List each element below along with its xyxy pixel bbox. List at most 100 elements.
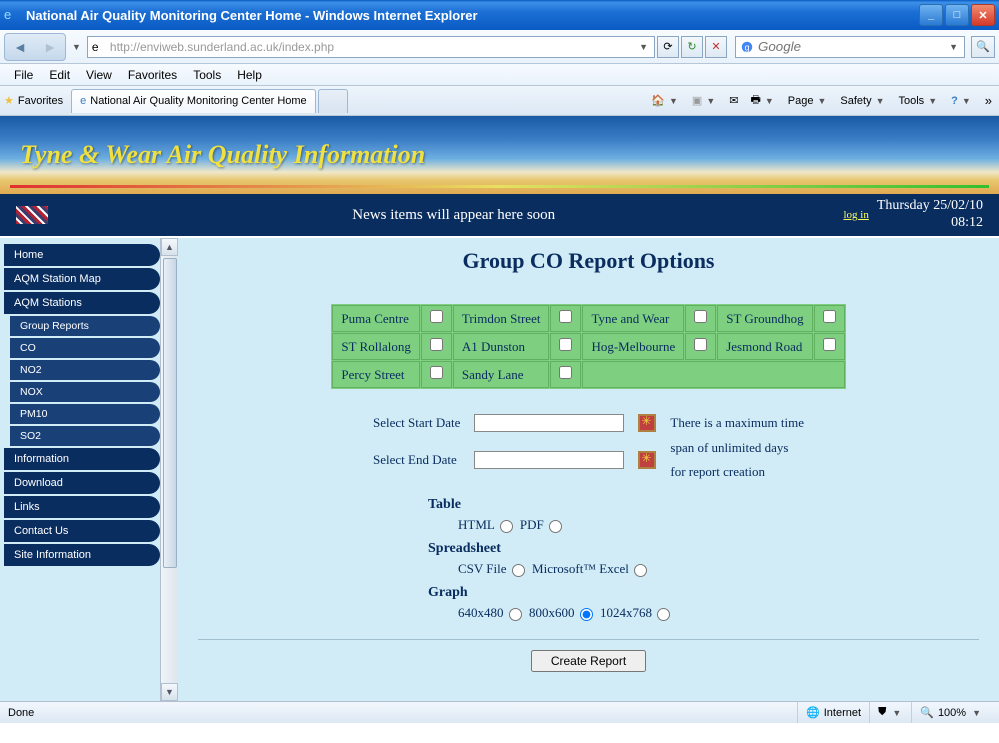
menu-favorites[interactable]: Favorites (120, 66, 185, 84)
ie-icon: e (4, 7, 20, 23)
station-checkbox[interactable] (430, 338, 443, 351)
new-tab-button[interactable] (318, 89, 348, 113)
end-date-input[interactable] (474, 451, 624, 469)
page-menu[interactable]: Page▼ (785, 93, 832, 109)
close-button[interactable]: ✕ (971, 4, 995, 26)
station-checkbox[interactable] (559, 366, 572, 379)
station-label: ST Groundhog (717, 305, 812, 332)
html-radio[interactable] (500, 520, 513, 533)
station-label: Percy Street (332, 361, 419, 388)
print-icon: 🖶 (750, 91, 760, 110)
svg-text:g: g (745, 42, 750, 52)
station-checkbox[interactable] (559, 338, 572, 351)
scroll-up-button[interactable]: ▲ (161, 238, 178, 256)
forward-button[interactable]: ► (35, 34, 65, 60)
csv-radio[interactable] (512, 564, 525, 577)
menu-help[interactable]: Help (229, 66, 270, 84)
excel-radio[interactable] (634, 564, 647, 577)
pdf-radio[interactable] (549, 520, 562, 533)
tools-menu[interactable]: Tools▼ (896, 93, 943, 109)
search-box[interactable]: g ▼ (735, 36, 965, 58)
nav-co[interactable]: CO (10, 338, 160, 358)
nav-so2[interactable]: SO2 (10, 426, 160, 446)
menu-tools[interactable]: Tools (185, 66, 229, 84)
menu-file[interactable]: File (6, 66, 41, 84)
station-label: Jesmond Road (717, 333, 812, 360)
nav-links[interactable]: Links (4, 496, 160, 518)
menu-bar: File Edit View Favorites Tools Help (0, 64, 999, 86)
refresh-button[interactable]: ↻ (681, 36, 703, 58)
login-link[interactable]: log in (843, 209, 868, 221)
menu-view[interactable]: View (78, 66, 120, 84)
nav-history-dropdown[interactable]: ▼ (70, 42, 83, 52)
content-area: Home AQM Station Map AQM Stations Group … (0, 236, 999, 701)
nav-no2[interactable]: NO2 (10, 360, 160, 380)
address-dropdown[interactable]: ▼ (637, 42, 650, 52)
safety-menu[interactable]: Safety▼ (837, 93, 889, 109)
create-report-button[interactable]: Create Report (531, 650, 646, 672)
address-input[interactable] (110, 40, 637, 54)
help-button[interactable]: ?▼ (948, 93, 976, 109)
minimize-button[interactable]: _ (919, 4, 943, 26)
search-dropdown[interactable]: ▼ (947, 42, 960, 52)
nav-information[interactable]: Information (4, 448, 160, 470)
globe-icon: 🌐 (806, 706, 820, 719)
browser-tab[interactable]: e National Air Quality Monitoring Center… (71, 89, 316, 113)
calendar-icon[interactable] (638, 451, 656, 469)
compat-view-button[interactable]: ⟳ (657, 36, 679, 58)
station-checkbox[interactable] (430, 310, 443, 323)
stop-button[interactable]: ✕ (705, 36, 727, 58)
maximize-button[interactable]: □ (945, 4, 969, 26)
help-icon: ? (951, 95, 958, 107)
print-button[interactable]: 🖶▼ (747, 89, 778, 112)
graph-800-radio[interactable] (580, 608, 593, 621)
graph-640-radio[interactable] (509, 608, 522, 621)
station-row: ST Rollalong A1 Dunston Hog-Melbourne Je… (332, 333, 844, 360)
end-date-label: Select End Date (367, 437, 466, 483)
zoom-control[interactable]: 🔍100%▼ (911, 702, 991, 723)
table-format-header: Table (428, 497, 979, 513)
protected-mode[interactable]: ⛊▼ (869, 702, 911, 723)
news-ticker: News items will appear here soon (64, 207, 843, 224)
window-title: National Air Quality Monitoring Center H… (26, 8, 919, 23)
station-checkbox[interactable] (559, 310, 572, 323)
search-go-button[interactable]: 🔍 (971, 36, 995, 58)
read-mail-button[interactable]: ✉ (726, 92, 741, 109)
zoom-icon: 🔍 (920, 706, 934, 719)
search-input[interactable] (758, 39, 947, 54)
security-zone[interactable]: 🌐Internet (797, 702, 869, 723)
date-note: for report creation (664, 461, 810, 483)
nav-nox[interactable]: NOX (10, 382, 160, 402)
station-checkbox[interactable] (823, 338, 836, 351)
start-date-input[interactable] (474, 414, 624, 432)
feeds-button[interactable]: ▣▼ (689, 92, 720, 109)
vertical-scrollbar[interactable]: ▲ ▼ (160, 238, 178, 701)
scroll-down-button[interactable]: ▼ (161, 683, 178, 701)
graph-1024-radio[interactable] (657, 608, 670, 621)
back-button[interactable]: ◄ (5, 34, 35, 60)
nav-stations[interactable]: AQM Stations (4, 292, 160, 314)
date-note: span of unlimited days (664, 437, 810, 459)
nav-pm10[interactable]: PM10 (10, 404, 160, 424)
status-text: Done (8, 707, 34, 719)
nav-station-map[interactable]: AQM Station Map (4, 268, 160, 290)
page-favicon: e (92, 40, 106, 54)
station-label: ST Rollalong (332, 333, 419, 360)
address-bar[interactable]: e ▼ (87, 36, 655, 58)
expand-toolbar[interactable]: » (982, 91, 995, 110)
menu-edit[interactable]: Edit (41, 66, 78, 84)
home-button[interactable]: 🏠▼ (648, 92, 683, 109)
nav-home[interactable]: Home (4, 244, 160, 266)
scroll-thumb[interactable] (163, 258, 177, 568)
station-checkbox[interactable] (823, 310, 836, 323)
station-label: Trimdon Street (453, 305, 550, 332)
station-checkbox[interactable] (430, 366, 443, 379)
favorites-button[interactable]: ★ Favorites (4, 94, 63, 107)
nav-download[interactable]: Download (4, 472, 160, 494)
nav-contact[interactable]: Contact Us (4, 520, 160, 542)
nav-group-reports[interactable]: Group Reports (10, 316, 160, 336)
nav-site-info[interactable]: Site Information (4, 544, 160, 566)
station-checkbox[interactable] (694, 338, 707, 351)
station-checkbox[interactable] (694, 310, 707, 323)
calendar-icon[interactable] (638, 414, 656, 432)
